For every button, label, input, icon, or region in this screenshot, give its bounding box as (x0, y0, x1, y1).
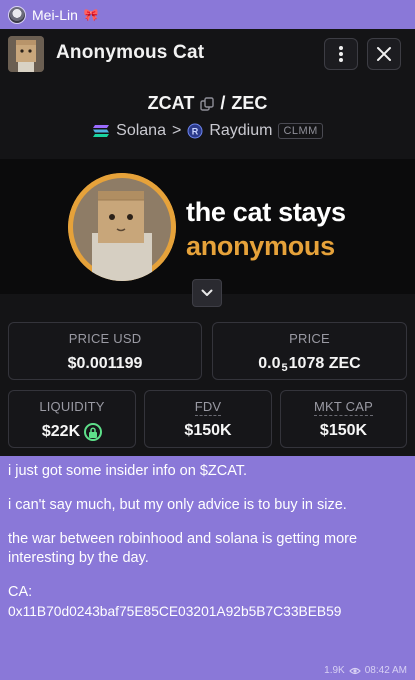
chain-separator: > (171, 122, 182, 139)
price-value-prefix: 0.0 (258, 355, 281, 372)
pair-separator: / (220, 93, 226, 113)
kebab-menu-icon (339, 46, 343, 62)
sender-avatar[interactable] (8, 6, 26, 24)
sender-name[interactable]: Mei-Lin (32, 7, 78, 23)
token-thumbnail (8, 36, 44, 72)
mktcap-value: $150K (319, 422, 368, 439)
price-label: PRICE (289, 331, 330, 346)
copy-icon[interactable] (200, 96, 215, 111)
more-options-button[interactable] (324, 38, 358, 70)
sender-header[interactable]: Mei-Lin 🎀 (8, 4, 99, 26)
chain-name: Solana (116, 122, 166, 139)
banner-text-line2: anonymous (186, 231, 335, 261)
expand-button[interactable] (192, 279, 222, 307)
message-time: 08:42 AM (364, 665, 407, 676)
pair-title: ZCAT / ZEC (0, 93, 415, 114)
price-value: 0.051078 ZEC (213, 355, 406, 374)
banner-cat-image (68, 173, 176, 281)
message-line3: the war between robinhood and solana is … (8, 531, 358, 566)
liquidity-box: LIQUIDITY $22K (8, 390, 136, 448)
fdv-label: FDV (194, 399, 222, 416)
raydium-icon: R (187, 123, 203, 139)
mktcap-label: MKT CAP (314, 399, 373, 416)
token-banner: the cat stays anonymous (0, 159, 415, 294)
card-topbar: Anonymous Cat (0, 29, 415, 79)
ca-label: CA: (8, 584, 33, 600)
message-line1: i just got some insider info on $ZCAT. (8, 463, 248, 479)
message-line2: i can't say much, but my only advice is … (8, 497, 347, 513)
price-value-rest: 1078 ZEC (288, 355, 361, 372)
bow-icon: 🎀 (83, 8, 99, 22)
fdv-value: $150K (184, 422, 232, 439)
token-name: Anonymous Cat (56, 42, 205, 63)
close-button[interactable] (367, 38, 401, 70)
pair-base: ZCAT (147, 93, 195, 113)
price-box: PRICE 0.051078 ZEC (212, 322, 407, 380)
view-count: 1.9K (324, 665, 345, 676)
price-usd-label: PRICE USD (68, 331, 142, 346)
banner-text-line1: the cat stays (186, 197, 346, 227)
pool-type-badge: CLMM (278, 123, 323, 139)
liquidity-value: $22K (41, 423, 81, 440)
chevron-down-icon (201, 289, 213, 296)
lock-icon (84, 423, 103, 441)
message-meta: 1.9K 08:42 AM (324, 665, 407, 676)
eye-icon (348, 667, 361, 674)
chain-row: Solana > R Raydium CLMM (0, 122, 415, 140)
dex-name: Raydium (209, 122, 273, 139)
svg-text:R: R (192, 127, 199, 137)
price-usd-value: $0.001199 (67, 355, 143, 372)
price-value-zero-count: 5 (281, 362, 288, 374)
mktcap-box: MKT CAP $150K (280, 390, 407, 448)
liquidity-label: LIQUIDITY (39, 399, 105, 414)
ca-address[interactable]: 0x11B70d0243baf75E85CE03201A92b5B7C33BEB… (8, 602, 413, 621)
message-text[interactable]: i just got some insider info on $ZCAT. i… (8, 462, 413, 621)
fdv-box: FDV $150K (144, 390, 272, 448)
liquidity-value-row: $22K (9, 423, 135, 441)
close-icon (377, 47, 391, 61)
solana-icon (93, 125, 110, 137)
token-preview-card: Anonymous Cat ZCAT / ZEC Solana > R Rayd… (0, 29, 415, 456)
price-usd-box: PRICE USD $0.001199 (8, 322, 202, 380)
pair-quote: ZEC (231, 93, 268, 113)
